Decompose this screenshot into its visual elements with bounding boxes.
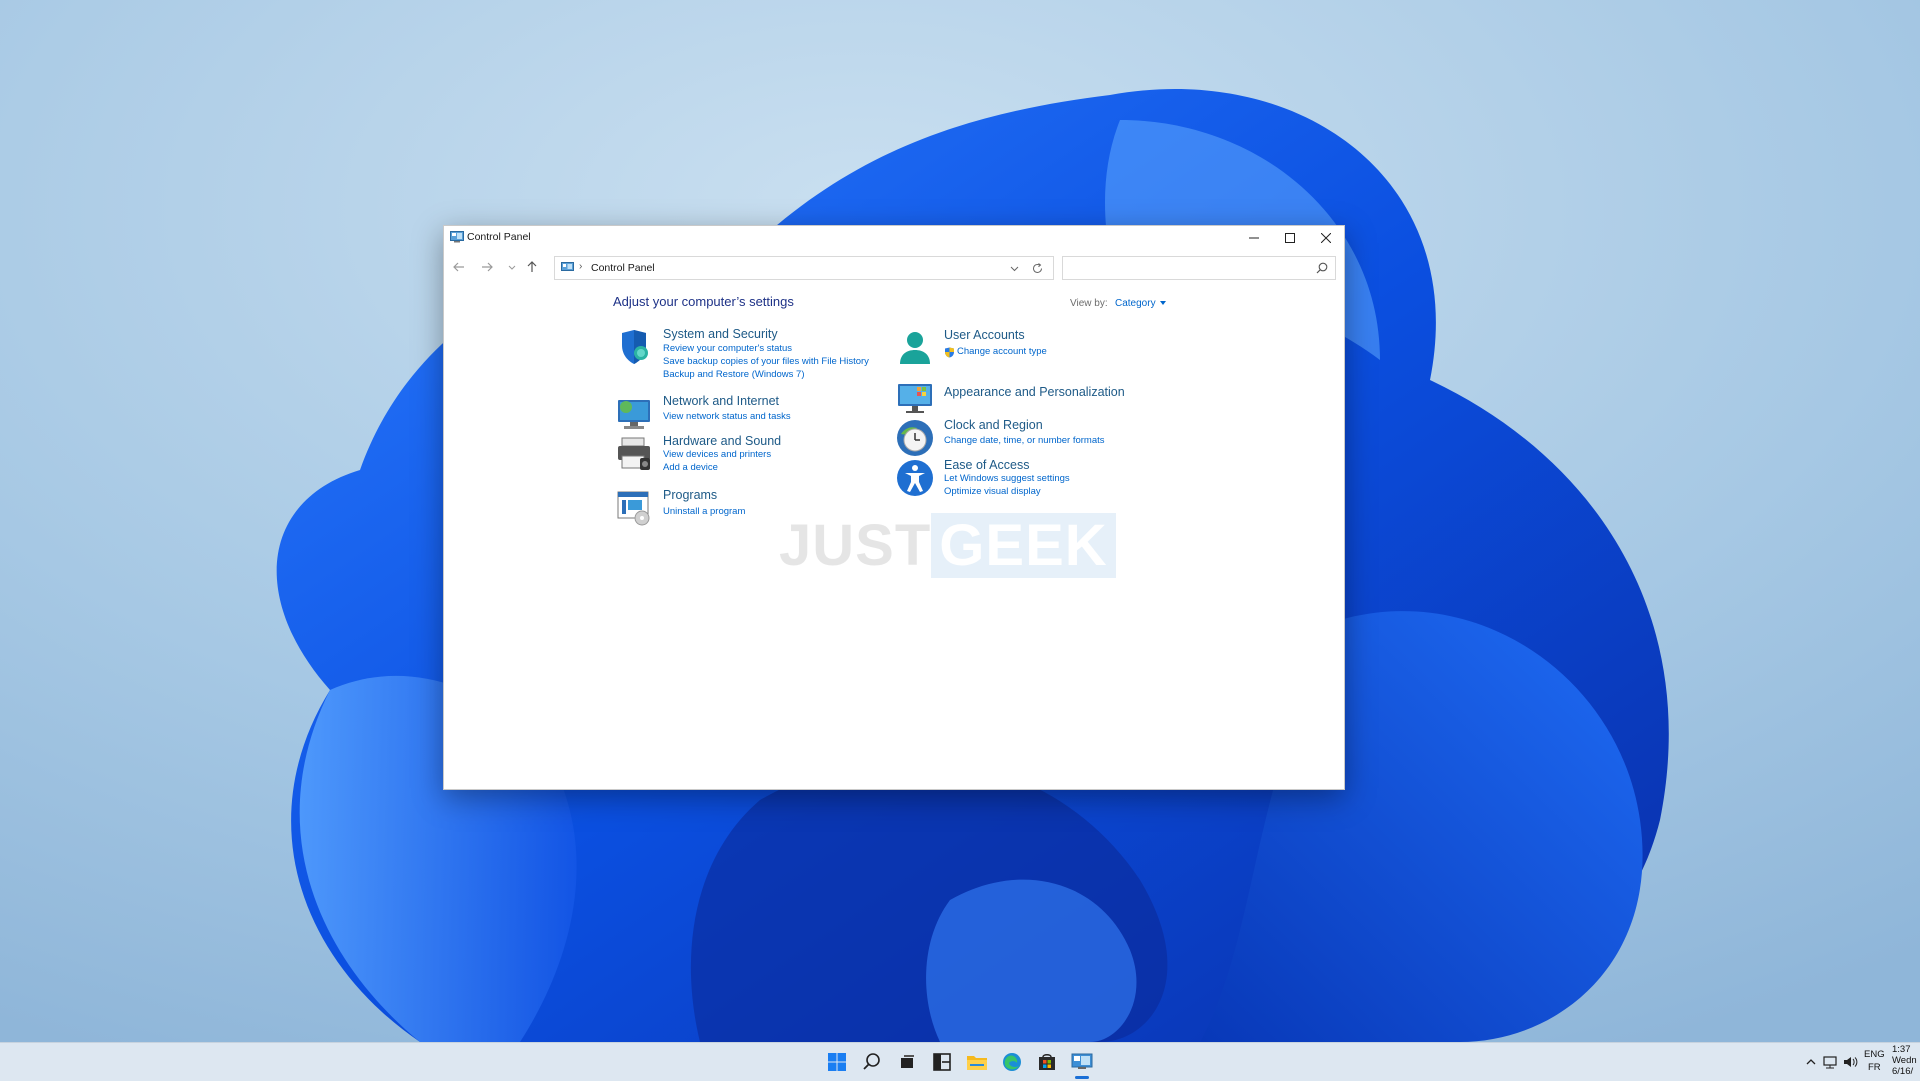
link-add-device[interactable]: Add a device	[663, 462, 718, 473]
view-by-value: Category	[1115, 298, 1156, 309]
content-area: Adjust your computer’s settings View by:…	[444, 284, 1344, 789]
address-bar[interactable]: › Control Panel	[554, 256, 1054, 280]
start-icon	[828, 1053, 846, 1071]
taskbar: ENG FR 1:37 Wedn 6/16/	[0, 1042, 1920, 1081]
forward-button[interactable]	[478, 258, 496, 276]
file-explorer-icon	[967, 1056, 987, 1070]
search-box[interactable]	[1062, 256, 1336, 280]
close-icon	[1321, 233, 1331, 243]
link-devices-printers[interactable]: View devices and printers	[663, 449, 771, 460]
widgets-icon	[933, 1053, 951, 1071]
search-icon	[1316, 262, 1328, 274]
chevron-down-icon	[508, 265, 516, 270]
view-by-dropdown[interactable]: Category	[1115, 298, 1166, 309]
system-clock[interactable]: 1:37 Wedn 6/16/	[1892, 1044, 1917, 1077]
user-icon	[900, 332, 930, 364]
up-button[interactable]	[523, 258, 541, 276]
task-view-icon	[901, 1055, 914, 1068]
taskbar-widgets-button[interactable]	[929, 1049, 955, 1075]
caret-down-icon	[1159, 301, 1166, 306]
navigation-bar: › Control Panel	[444, 250, 1344, 284]
refresh-icon	[1032, 262, 1042, 273]
maximize-button[interactable]	[1272, 226, 1308, 250]
recent-locations-button[interactable]	[503, 258, 521, 276]
arrow-up-icon	[527, 261, 537, 272]
breadcrumb-separator: ›	[579, 261, 583, 272]
arrow-left-icon	[453, 262, 464, 272]
taskbar-edge-button[interactable]	[999, 1049, 1025, 1075]
clock-icon	[897, 420, 933, 456]
network-icon	[618, 400, 650, 429]
title-bar[interactable]: Control Panel	[444, 226, 1344, 250]
control-panel-window: Control Panel › Control Panel Adjust you…	[443, 225, 1345, 790]
taskbar-task-view-button[interactable]	[894, 1049, 920, 1075]
arrow-right-icon	[482, 262, 493, 272]
minimize-icon	[1249, 237, 1259, 239]
minimize-button[interactable]	[1236, 226, 1272, 250]
category-title[interactable]: System and Security	[663, 327, 778, 341]
category-title[interactable]: Hardware and Sound	[663, 434, 781, 448]
category-title[interactable]: Network and Internet	[663, 394, 779, 408]
volume-icon[interactable]	[1842, 1054, 1858, 1070]
uac-shield-icon	[945, 347, 954, 358]
category-title[interactable]: Appearance and Personalization	[944, 385, 1125, 399]
control-panel-icon	[450, 231, 464, 243]
page-title: Adjust your computer’s settings	[613, 294, 794, 309]
category-title[interactable]: User Accounts	[944, 328, 1025, 342]
search-input[interactable]	[1067, 259, 1307, 279]
category-title[interactable]: Programs	[663, 488, 717, 502]
link-suggest-settings[interactable]: Let Windows suggest settings	[944, 473, 1070, 484]
link-file-history[interactable]: Save backup copies of your files with Fi…	[663, 356, 869, 367]
refresh-button[interactable]	[1029, 261, 1045, 275]
printer-icon	[618, 437, 650, 470]
monitor-icon	[898, 384, 932, 413]
network-icon[interactable]	[1822, 1054, 1838, 1070]
link-backup-restore[interactable]: Backup and Restore (Windows 7)	[663, 369, 805, 380]
category-title[interactable]: Ease of Access	[944, 458, 1029, 472]
control-panel-icon	[561, 262, 574, 271]
maximize-icon	[1285, 233, 1295, 243]
active-app-indicator	[1075, 1076, 1089, 1079]
input-language-indicator[interactable]: ENG FR	[1864, 1048, 1885, 1074]
close-button[interactable]	[1308, 226, 1344, 250]
control-panel-icon	[1071, 1053, 1093, 1069]
edge-icon	[1003, 1053, 1021, 1071]
taskbar-search-button[interactable]	[859, 1049, 885, 1075]
window-title: Control Panel	[467, 231, 531, 243]
accessibility-icon	[897, 460, 933, 496]
chevron-down-icon	[1010, 266, 1018, 271]
chevron-up-icon[interactable]	[1804, 1055, 1818, 1069]
store-icon	[1039, 1054, 1055, 1070]
link-uninstall-program[interactable]: Uninstall a program	[663, 506, 745, 517]
link-optimize-visual[interactable]: Optimize visual display	[944, 486, 1041, 497]
search-icon	[863, 1053, 880, 1070]
link-date-time-formats[interactable]: Change date, time, or number formats	[944, 435, 1105, 446]
category-title[interactable]: Clock and Region	[944, 418, 1043, 432]
link-network-status[interactable]: View network status and tasks	[663, 411, 791, 422]
taskbar-store-button[interactable]	[1034, 1049, 1060, 1075]
back-button[interactable]	[450, 258, 468, 276]
shield-icon	[622, 330, 648, 364]
link-review-status[interactable]: Review your computer's status	[663, 343, 792, 354]
link-change-account-type[interactable]: Change account type	[957, 346, 1047, 357]
watermark: JUST GEEK	[779, 512, 1116, 579]
programs-icon	[617, 491, 650, 526]
view-by-label: View by:	[1070, 298, 1108, 309]
taskbar-file-explorer-button[interactable]	[964, 1049, 990, 1075]
address-history-button[interactable]	[1007, 261, 1021, 275]
breadcrumb-control-panel[interactable]: Control Panel	[591, 262, 655, 274]
taskbar-start-button[interactable]	[824, 1049, 850, 1075]
taskbar-control-panel-button[interactable]	[1069, 1049, 1095, 1079]
